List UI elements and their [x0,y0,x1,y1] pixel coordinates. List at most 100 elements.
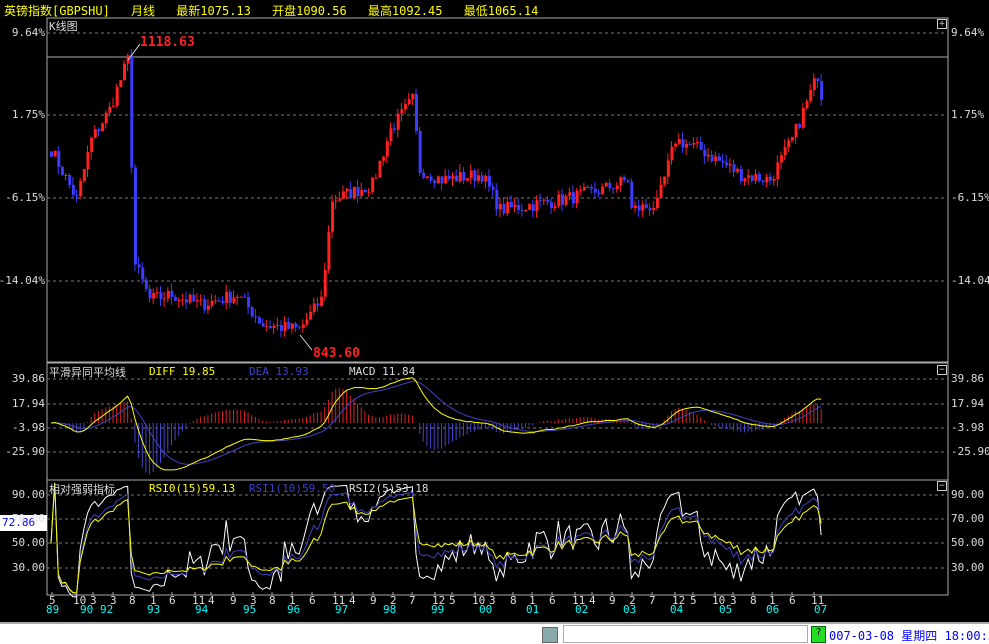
candle-body [502,204,506,214]
candle-body [524,209,528,211]
candle-body [739,168,743,182]
kline-ytick-right: -6.15% [951,191,989,204]
candle-body [265,326,269,328]
candle-body [221,300,225,303]
kline-ytick-left: 9.64% [11,26,45,39]
macd-ytick-right: 39.86 [951,372,985,385]
status-field [563,625,808,643]
candle-body [243,296,247,298]
candle-body [812,78,816,91]
rsi-ytick-right: 50.00 [951,536,985,549]
candle-body [634,205,637,208]
candle-body [71,184,75,195]
x-year-label: 92 [100,603,114,616]
connection-icon[interactable]: ? [811,626,826,643]
macd-ytick-left: -3.98 [11,421,45,434]
candle-body [509,201,513,208]
x-year-label: 96 [287,603,301,616]
candle-body [641,204,645,211]
candle-body [363,190,367,193]
network-icon[interactable] [542,627,558,643]
kline-ytick-right: 9.64% [951,26,985,39]
candle-body [568,192,572,197]
candle-body [801,108,805,128]
candle-body [312,303,316,312]
candle-body [108,106,112,113]
candle-body [601,186,605,195]
candle-body [466,178,470,181]
rsi-ytick-left: 50.00 [11,536,45,549]
rsi-ytick-right: 30.00 [951,561,985,574]
candle-body [579,190,583,192]
candle-body [780,155,783,163]
candle-body [743,178,747,182]
x-month-label: 9 [370,594,377,607]
candle-body [57,150,61,167]
candle-body [699,141,703,150]
candle-body [68,174,72,185]
candle-body [655,197,659,208]
candle-body [688,143,692,145]
candle-body [769,176,773,181]
candle-body [495,189,499,210]
candle-body [447,175,451,179]
candle-body [458,172,462,182]
macd-ytick-left: 17.94 [11,397,45,410]
candle-body [754,174,758,181]
candle-body [269,326,272,328]
candle-body [159,292,163,299]
candle-body [820,81,824,100]
rsi1-legend: RSI1(10)59.50 [249,482,336,495]
macd-legend: MACD 11.84 [349,365,416,378]
x-month-label: 8 [129,594,136,607]
candle-body [378,160,382,178]
candle-body [356,186,360,196]
candle-body [352,186,356,199]
candle-body [338,198,342,201]
candle-body [323,269,327,297]
kline-ytick-left: -14.04% [0,274,45,287]
rsi-panel-title: 相对强弱指标 [49,483,115,496]
candle-body [119,80,123,88]
dea-legend: DEA 13.93 [249,365,309,378]
candle-body [772,178,776,181]
candle-body [415,93,418,131]
expand-button[interactable]: + [937,19,947,29]
candle-body [681,139,685,148]
candle-body [90,137,94,153]
rsi-ytick-left: 90.00 [11,488,45,501]
candle-body [258,317,262,324]
candle-body [550,202,554,209]
candle-body [93,129,97,138]
kline-panel-title: K线图 [49,20,78,33]
candle-body [659,184,663,198]
x-month-label: 7 [409,594,416,607]
candle-body [64,174,68,176]
x-year-label: 03 [623,603,637,616]
candle-body [663,176,667,185]
x-year-label: 05 [719,603,733,616]
candle-body [623,177,627,181]
candle-body [144,279,148,289]
candle-body [488,175,491,187]
x-year-label: 93 [147,603,161,616]
chart-canvas[interactable] [0,0,989,644]
x-year-label: 99 [431,603,445,616]
max-pointer [127,43,141,61]
candle-body [305,319,309,325]
x-month-label: 8 [269,594,276,607]
candle-body [805,101,809,109]
candle-body [360,190,364,196]
collapse-macd-button[interactable]: − [937,365,947,375]
dea-line [50,380,822,465]
x-year-label: 94 [195,603,209,616]
candle-body [725,162,729,166]
candle-body [685,143,689,148]
candle-body [199,299,203,301]
candle-body [196,300,199,302]
candle-body [429,176,433,181]
collapse-rsi-button[interactable]: − [937,481,947,491]
candle-body [104,112,108,124]
macd-panel-title: 平滑异同平均线 [49,366,126,379]
candle-body [123,63,126,81]
